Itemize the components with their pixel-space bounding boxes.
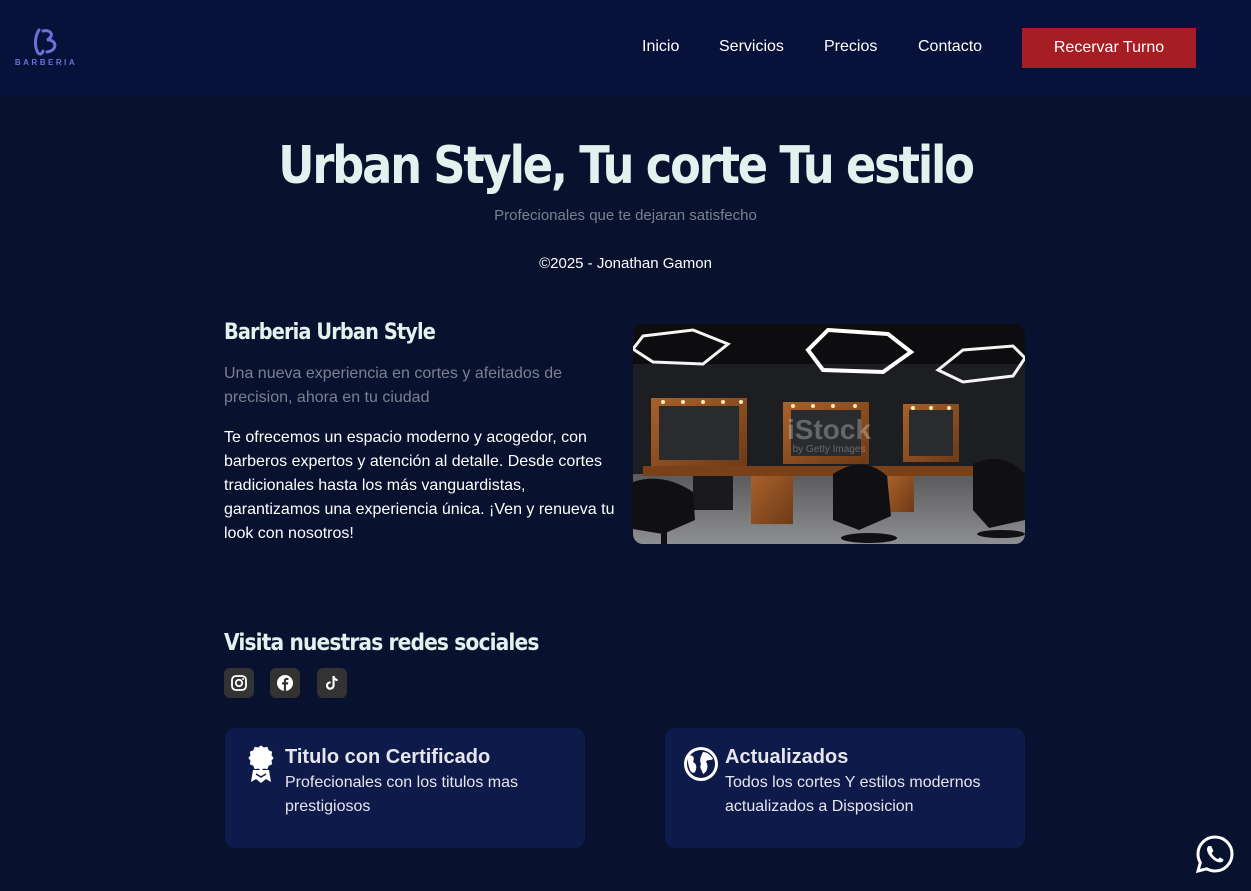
feature-card-updated: Actualizados Todos los cortes Y estilos … [665,728,1025,848]
navbar: BARBERIA Inicio Servicios Precios Contac… [0,0,1251,96]
nav-item-precios[interactable]: Precios [824,38,877,56]
nav-item-servicios[interactable]: Servicios [719,38,784,56]
feature-card-certificate: Titulo con Certificado Profecionales con… [225,728,585,848]
nav-item-inicio[interactable]: Inicio [642,38,679,56]
tiktok-icon [326,676,338,690]
card-description: Profecionales con los titulos mas presti… [285,774,518,815]
social-title: Visita nuestras redes sociales [224,630,539,656]
facebook-icon [277,675,293,691]
globe-icon [684,747,718,781]
about-title: Barberia Urban Style [224,320,436,345]
reserve-appointment-button[interactable]: Recervar Turno [1022,28,1196,68]
card-description: Todos los cortes Y estilos modernos actu… [725,774,981,815]
card-title: Titulo con Certificado [285,746,491,768]
whatsapp-icon [1195,835,1234,874]
copyright-text: ©2025 - Jonathan Gamon [539,255,712,272]
brand-logo[interactable]: BARBERIA [14,28,78,68]
tiktok-button[interactable] [317,668,347,698]
image-watermark-sub: by Getty Images [793,444,866,455]
award-icon [248,745,274,783]
barbershop-illustration: iStock by Getty Images [633,324,1025,544]
logo-icon [34,28,57,56]
logo-text: BARBERIA [14,58,78,67]
facebook-button[interactable] [270,668,300,698]
instagram-button[interactable] [224,668,254,698]
instagram-icon [231,675,247,691]
whatsapp-button[interactable] [1195,834,1235,874]
about-lead: Una nueva experiencia en cortes y afeita… [224,365,562,406]
card-title: Actualizados [725,746,849,768]
nav-item-contacto[interactable]: Contacto [918,38,982,56]
hero-subtitle: Profecionales que te dejaran satisfecho [494,207,757,224]
hero-title: Urban Style, Tu corte Tu estilo [278,136,975,196]
image-watermark: iStock [787,414,871,445]
about-body: Te ofrecemos un espacio moderno y acoged… [224,429,615,542]
barbershop-image: iStock by Getty Images [633,324,1025,544]
